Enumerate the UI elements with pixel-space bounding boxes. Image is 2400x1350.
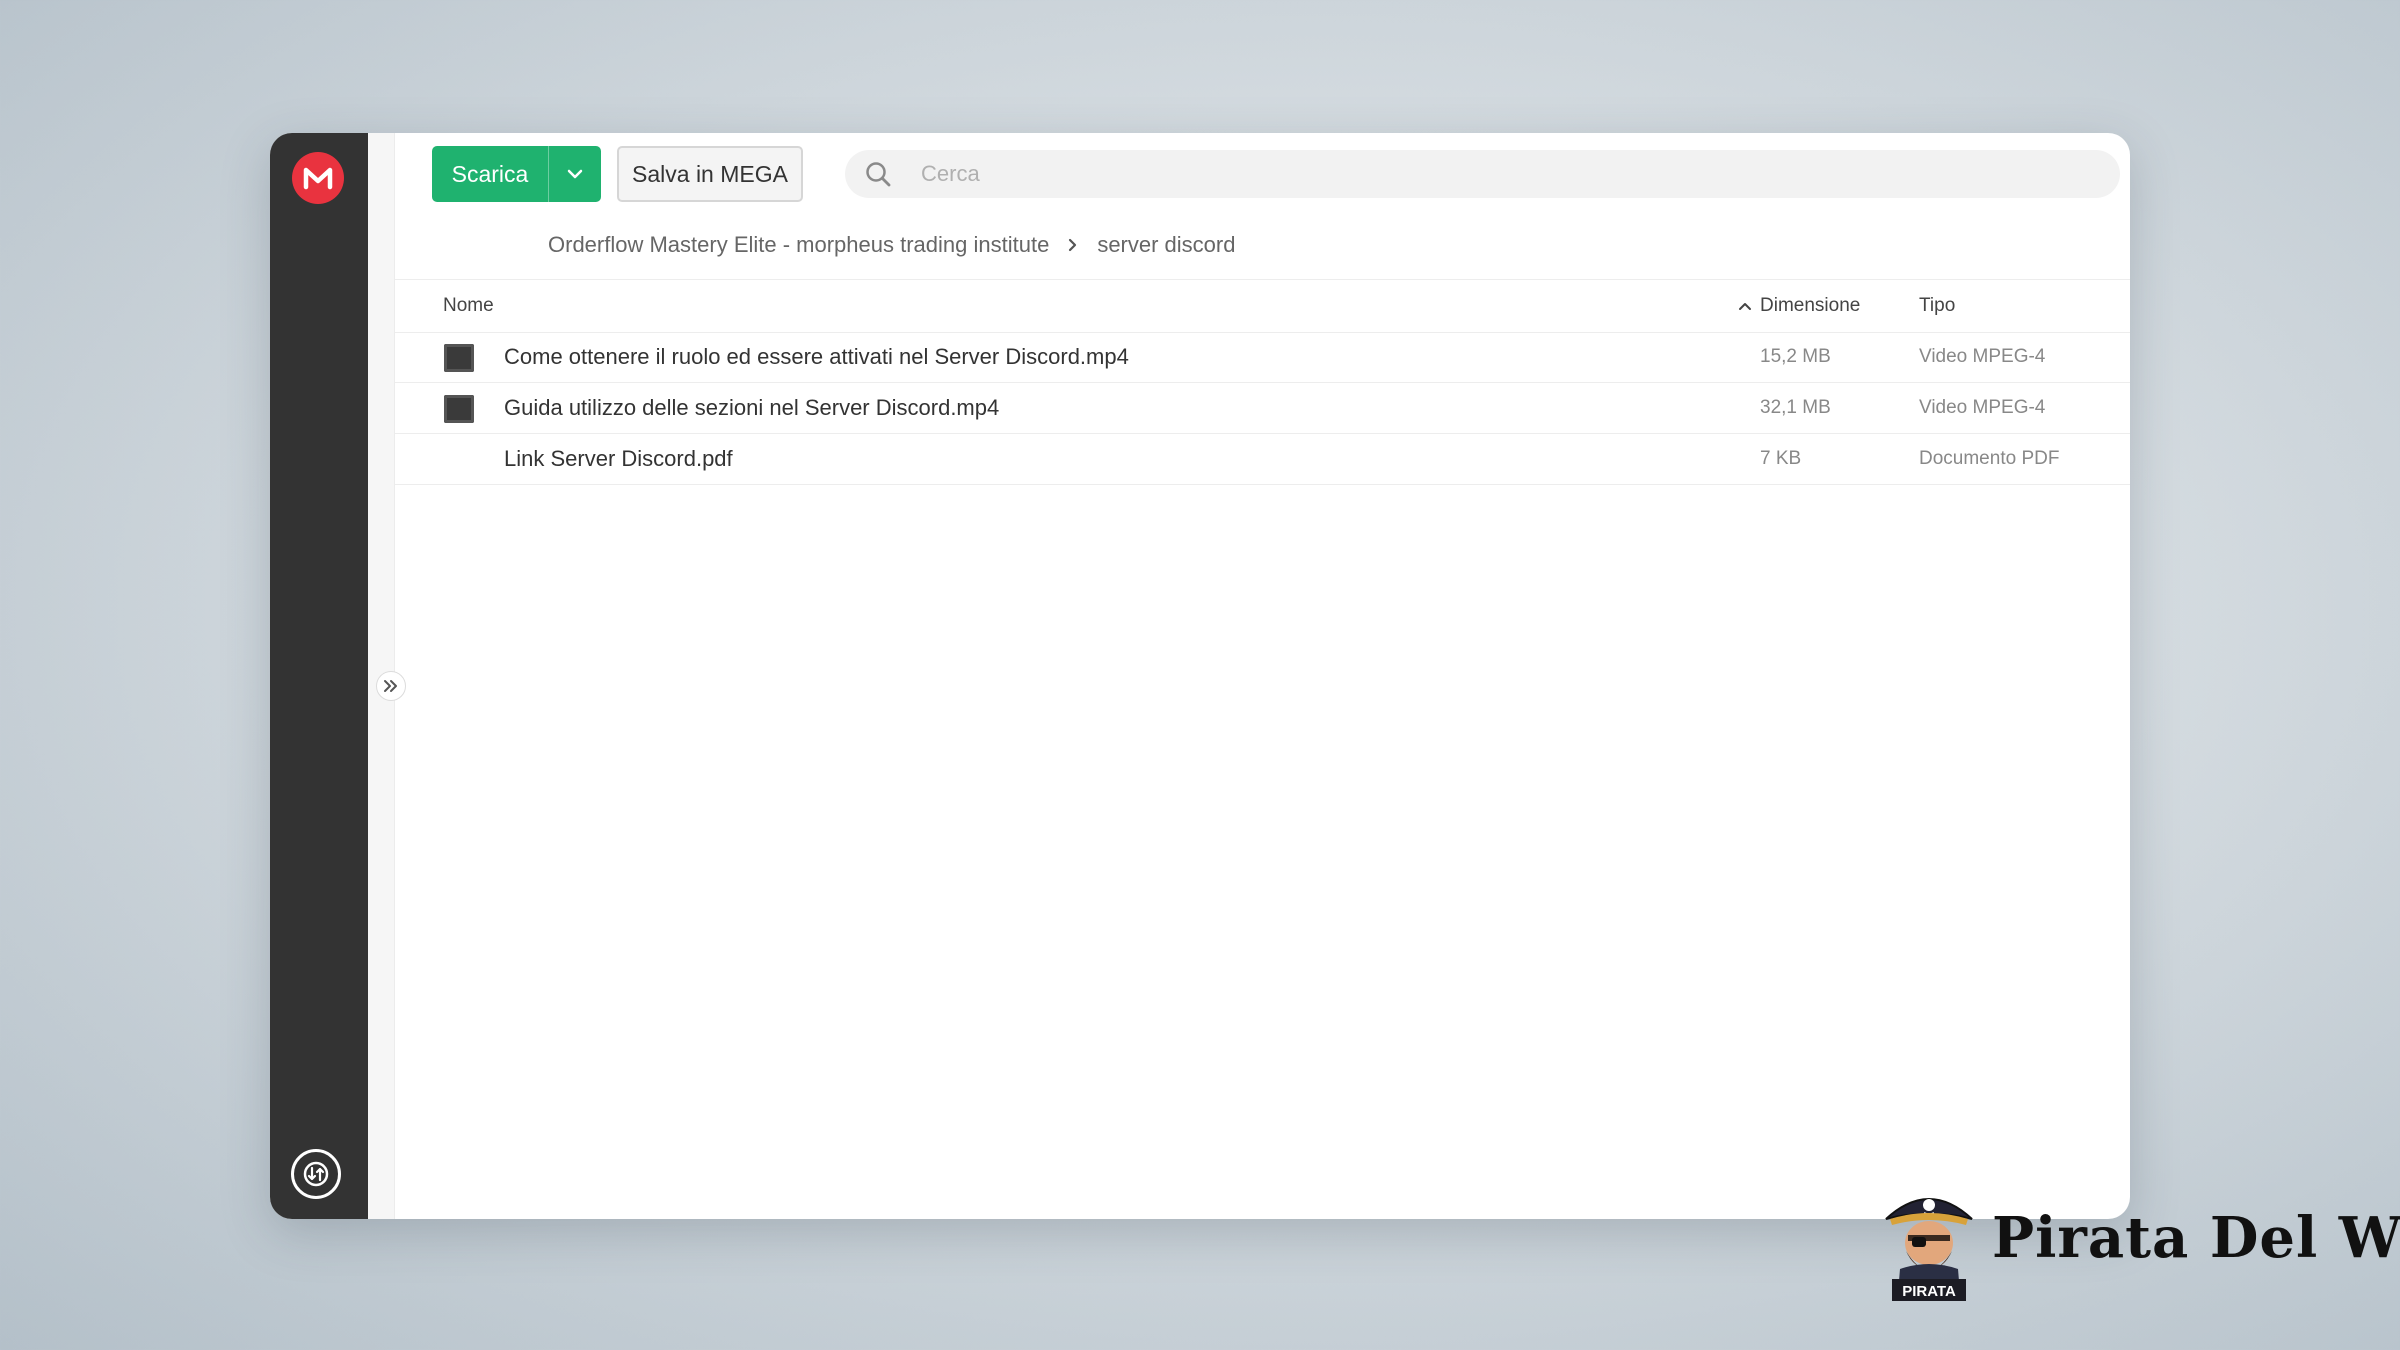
breadcrumb-item-current-folder[interactable]: server discord [1097,232,1235,258]
brand-name: Pirata Del Web [1992,1205,2400,1271]
watermark-brand-logo: PIRATA Pirata Del Web [1880,1185,2400,1305]
download-button-label: Scarica [451,160,529,187]
table-row[interactable]: Link Server Discord.pdf 7 KB Documento P… [395,434,2130,485]
file-name: Guida utilizzo delle sezioni nel Server … [504,395,1000,420]
search-input[interactable] [919,160,2023,188]
sidebar [270,133,368,1219]
main-content: Scarica Salva in MEGA Orderflow Mastery … [395,133,2130,1219]
search-icon [863,159,893,189]
breadcrumb-item-root-folder[interactable]: Orderflow Mastery Elite - morpheus tradi… [548,232,1049,258]
file-list-header: Nome Dimensione Tipo [395,279,2130,333]
table-row[interactable]: Guida utilizzo delle sezioni nel Server … [395,383,2130,434]
file-type: Video MPEG-4 [1919,346,2046,367]
save-to-mega-button[interactable]: Salva in MEGA [617,146,803,202]
file-name: Come ottenere il ruolo ed essere attivat… [504,344,1129,369]
sort-ascending-icon[interactable] [1738,280,1752,332]
chevron-down-icon [567,169,583,179]
file-type: Documento PDF [1919,448,2060,469]
mega-file-browser-window: Scarica Salva in MEGA Orderflow Mastery … [270,133,2130,1219]
video-file-icon [444,344,474,372]
search-bar [845,150,2120,198]
file-size: 15,2 MB [1760,346,1831,367]
transfers-sync-icon[interactable] [291,1149,341,1199]
table-row[interactable]: Come ottenere il ruolo ed essere attivat… [395,332,2130,383]
column-header-name[interactable]: Nome [443,280,494,332]
file-size: 7 KB [1760,448,1802,469]
file-size: 32,1 MB [1760,397,1831,418]
file-name: Link Server Discord.pdf [504,446,733,471]
download-button[interactable]: Scarica [432,146,601,202]
video-file-icon [444,395,474,423]
chevron-right-icon [1067,237,1079,253]
file-type: Video MPEG-4 [1919,397,2046,418]
breadcrumb: Orderflow Mastery Elite - morpheus tradi… [548,229,1235,261]
file-list: Come ottenere il ruolo ed essere attivat… [395,332,2130,485]
mega-logo-icon[interactable] [292,152,344,204]
pirate-mascot-logo: PIRATA [1885,1198,1973,1301]
column-header-size[interactable]: Dimensione [1760,280,1860,332]
download-options-dropdown[interactable] [548,146,601,202]
column-header-type[interactable]: Tipo [1919,280,1955,332]
mascot-label: PIRATA [1902,1283,1956,1300]
